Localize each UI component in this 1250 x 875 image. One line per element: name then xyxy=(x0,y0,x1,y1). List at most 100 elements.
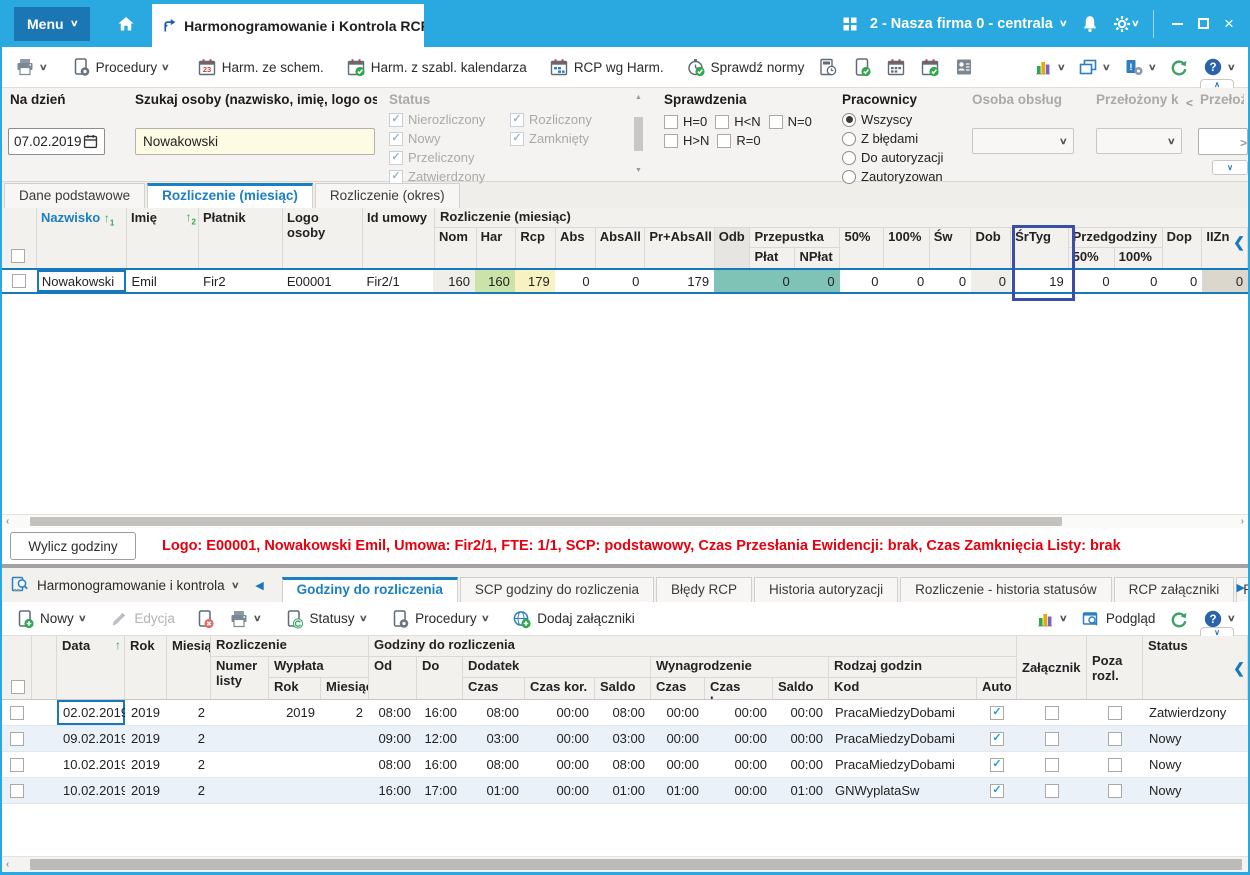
cell-rok[interactable]: 2019 xyxy=(125,752,167,777)
status-filter-checkbox[interactable]: Nowy xyxy=(389,129,509,148)
cell-wn_czas_kor[interactable]: 00:00 xyxy=(705,752,773,777)
cell-zalacznik[interactable] xyxy=(1017,726,1087,751)
status-filter-checkbox[interactable]: Rozliczony xyxy=(510,110,630,129)
row-checkbox[interactable] xyxy=(10,783,24,798)
pracownicy-radio[interactable]: Do autoryzacji xyxy=(842,148,943,167)
table-row[interactable]: 02.02.2019 2019 2 2019 2 08:00 16:00 08:00 00:00… xyxy=(2,700,1248,726)
cell-wn_saldo[interactable]: 00:00 xyxy=(773,700,829,725)
pracownicy-radio[interactable]: Zautoryzowan xyxy=(842,167,943,186)
table-cell-platnik[interactable]: Fir2 xyxy=(198,270,282,292)
column-header-nazwisko[interactable]: Nazwisko ↑1 xyxy=(37,208,127,268)
bottom-tab-4[interactable]: Historia autoryzacji xyxy=(754,577,899,602)
rcp-wg-harm-button[interactable]: RCP wg Harm. xyxy=(542,54,671,80)
search-person-input[interactable] xyxy=(135,128,375,155)
table-cell-dob[interactable]: 0 xyxy=(971,270,1011,292)
table-cell-rcp[interactable]: 179 xyxy=(514,270,555,292)
cell-wn_saldo[interactable]: 01:00 xyxy=(773,778,829,803)
cell-rok[interactable]: 2019 xyxy=(125,778,167,803)
table-cell-p100[interactable]: 0 xyxy=(883,270,929,292)
column-header-wyplata-rok[interactable]: Rok xyxy=(269,678,321,699)
scroll-tabs-right-icon[interactable]: ▶ xyxy=(1237,581,1245,594)
column-header-numer-listy[interactable]: Numer listy xyxy=(211,657,269,699)
poza-checkbox[interactable] xyxy=(1108,731,1122,746)
column-header-od[interactable]: Od xyxy=(369,657,417,699)
cell-od[interactable]: 08:00 xyxy=(369,700,417,725)
column-header-50[interactable]: 50% xyxy=(840,228,885,268)
column-header-data[interactable]: Data ↑ xyxy=(57,636,125,699)
procedury-button[interactable]: Procedury ∨ xyxy=(64,54,176,80)
cell-numer[interactable] xyxy=(211,726,269,751)
przelozony-select[interactable]: ∨ xyxy=(1096,128,1182,154)
status-filter-checkbox[interactable]: Przeliczony xyxy=(389,148,509,167)
column-header-platnik[interactable]: Płatnik xyxy=(199,208,283,268)
horizontal-scrollbar[interactable]: ‹ xyxy=(2,856,1248,872)
chart-view-button[interactable]: ∨ xyxy=(1026,54,1072,80)
cell-od[interactable]: 16:00 xyxy=(369,778,417,803)
tab-3[interactable]: Rozliczenie (okres) xyxy=(314,183,460,208)
expand-filters-button[interactable]: ∨ xyxy=(1212,160,1248,175)
cell-poza[interactable] xyxy=(1087,778,1143,803)
table-cell-p50[interactable]: 0 xyxy=(840,270,884,292)
refresh-button[interactable] xyxy=(1162,54,1196,80)
calendar-ok-button[interactable] xyxy=(913,54,947,80)
cell-status[interactable]: Zatwierdzony xyxy=(1143,700,1248,725)
column-header-nom[interactable]: Nom xyxy=(435,228,477,268)
column-header-odb[interactable]: Odb xyxy=(714,228,751,268)
cell-w_rok[interactable]: 2019 xyxy=(269,700,321,725)
cell-numer[interactable] xyxy=(211,752,269,777)
cell-do[interactable]: 16:00 xyxy=(417,752,463,777)
cell-rok[interactable]: 2019 xyxy=(125,700,167,725)
cell-miesiac[interactable]: 2 xyxy=(167,752,211,777)
column-header-wyn-czas-kor[interactable]: Czas kor. xyxy=(705,678,773,699)
cell-d_czas[interactable]: 03:00 xyxy=(463,726,525,751)
cell-wn_czas_kor[interactable]: 00:00 xyxy=(705,726,773,751)
column-header-imie[interactable]: Imię ↑2 xyxy=(127,208,199,268)
cell-kod[interactable]: GNWyplataSw xyxy=(829,778,977,803)
maximize-button[interactable] xyxy=(1190,9,1216,39)
cell-w_miesiac[interactable]: 2 xyxy=(321,700,369,725)
cell-auto[interactable] xyxy=(977,700,1017,725)
table-cell-srtyg[interactable]: 19 xyxy=(1011,270,1069,292)
cell-auto[interactable] xyxy=(977,752,1017,777)
cell-wn_czas_kor[interactable]: 00:00 xyxy=(705,700,773,725)
table-cell-nazwisko[interactable]: Nowakowski xyxy=(37,270,127,292)
cell-data[interactable]: 10.02.2019 xyxy=(57,778,125,803)
cell-wn_czas[interactable]: 00:00 xyxy=(651,726,705,751)
podglad-button[interactable]: Podgląd xyxy=(1074,606,1163,632)
table-row[interactable]: 10.02.2019 2019 2 16:00 17:00 01:00 00:00 01:00… xyxy=(2,778,1248,804)
column-header-wyplata-miesiac[interactable]: Miesiąc xyxy=(321,678,369,699)
cell-kod[interactable]: PracaMiedzyDobami xyxy=(829,700,977,725)
column-header-kod[interactable]: Kod xyxy=(829,678,977,699)
dodaj-zalaczniki-button[interactable]: Dodaj załączniki xyxy=(505,606,642,632)
row-checkbox[interactable] xyxy=(12,274,27,288)
print-button[interactable]: ∨ xyxy=(222,606,268,632)
osoba-obslugujaca-select[interactable]: ∨ xyxy=(972,128,1074,154)
cell-zalacznik[interactable] xyxy=(1017,778,1087,803)
column-header-absall[interactable]: AbsAll xyxy=(596,228,646,268)
status-filter-checkbox[interactable]: Zamknięty xyxy=(510,129,630,148)
horizontal-scrollbar[interactable]: ‹ › xyxy=(2,514,1248,528)
close-button[interactable]: × xyxy=(1216,9,1242,39)
cell-od[interactable]: 08:00 xyxy=(369,752,417,777)
table-cell-abs[interactable]: 0 xyxy=(555,270,595,292)
poza-checkbox[interactable] xyxy=(1108,757,1122,772)
minimize-button[interactable] xyxy=(1164,9,1190,39)
cell-poza[interactable] xyxy=(1087,752,1143,777)
column-header-przed-100[interactable]: 100% xyxy=(1115,248,1163,268)
chart-view-button[interactable]: ∨ xyxy=(1028,606,1074,632)
alerts-button[interactable]: ! ∨ xyxy=(1117,54,1163,80)
poza-checkbox[interactable] xyxy=(1108,705,1122,720)
cell-data[interactable]: 10.02.2019 xyxy=(57,752,125,777)
harm-z-szabl-button[interactable]: Harm. z szabl. kalendarza xyxy=(339,54,534,80)
table-cell-umowa[interactable]: Fir2/1 xyxy=(361,270,433,292)
harm-ze-schem-button[interactable]: 23 Harm. ze schem. xyxy=(190,54,331,80)
cell-wn_czas[interactable]: 00:00 xyxy=(651,752,705,777)
column-header-auto[interactable]: Auto xyxy=(977,678,1017,699)
column-header-do[interactable]: Do xyxy=(417,657,463,699)
person-list-button[interactable] xyxy=(947,54,981,80)
auto-checkbox[interactable] xyxy=(990,783,1004,798)
procedury-button[interactable]: Procedury ∨ xyxy=(383,606,495,632)
cell-d_czas[interactable]: 08:00 xyxy=(463,700,525,725)
column-header-miesiac[interactable]: Miesiąc xyxy=(167,636,211,699)
sprawdzenia-checkbox[interactable]: H>N xyxy=(664,131,709,150)
